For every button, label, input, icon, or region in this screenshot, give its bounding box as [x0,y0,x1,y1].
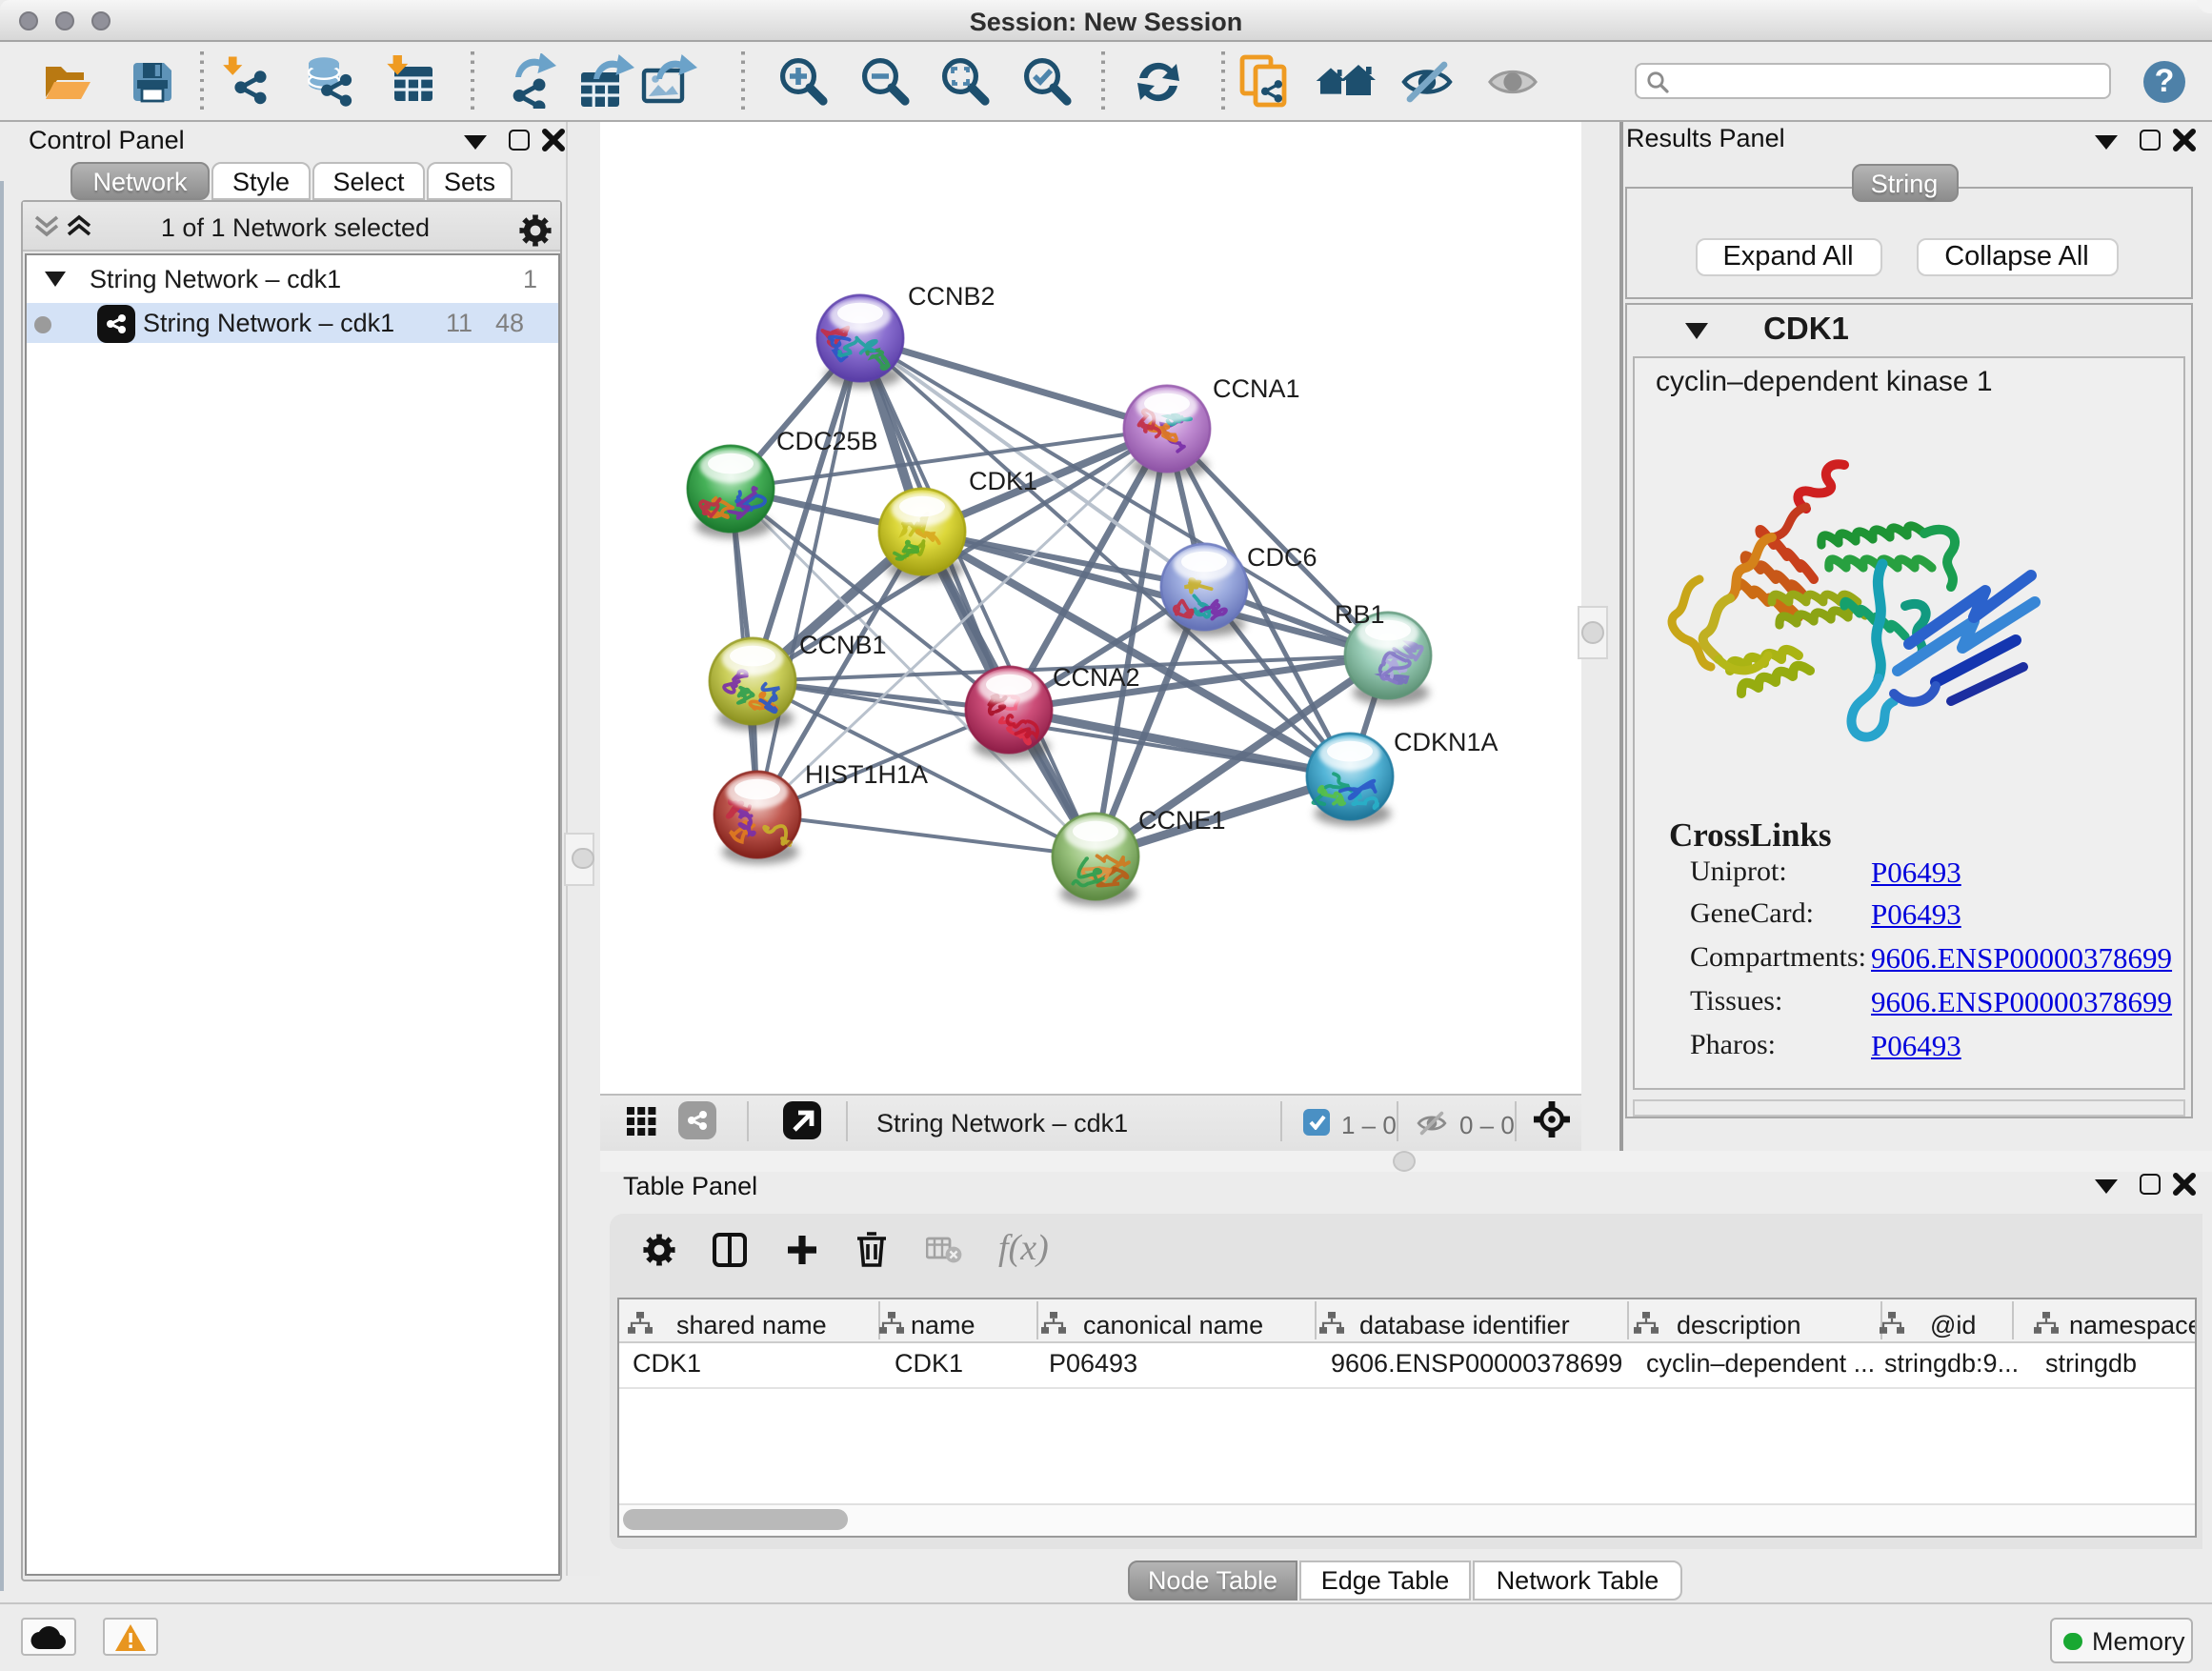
svg-text:RB1: RB1 [1334,599,1384,628]
svg-text:CCNB1: CCNB1 [798,630,886,658]
svg-text:CCNB2: CCNB2 [907,281,995,310]
svg-text:CDC25B: CDC25B [775,426,877,454]
svg-text:CDK1: CDK1 [968,466,1036,494]
svg-text:CDKN1A: CDKN1A [1393,727,1498,755]
svg-text:CCNA1: CCNA1 [1212,373,1299,402]
svg-text:CCNA2: CCNA2 [1052,662,1139,691]
svg-text:CDC6: CDC6 [1246,542,1317,571]
svg-text:HIST1H1A: HIST1H1A [804,759,927,788]
svg-text:CCNE1: CCNE1 [1137,805,1225,834]
